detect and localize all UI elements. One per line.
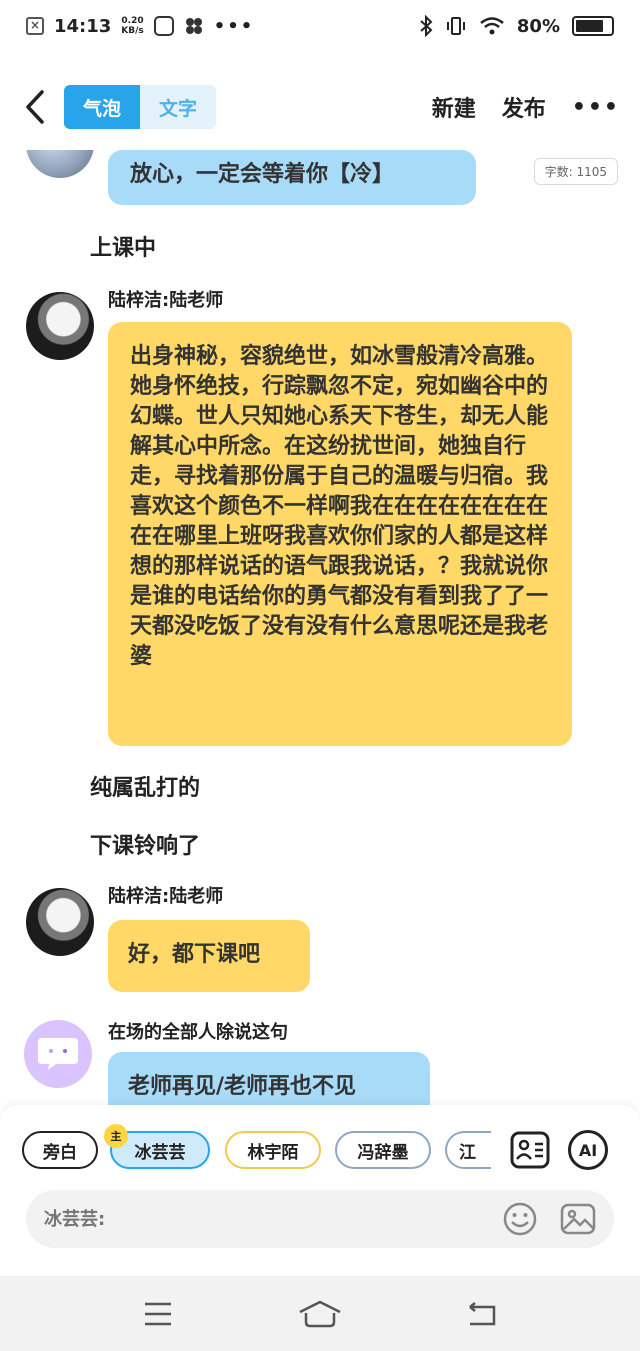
speaker-name: 在场的全部人除说这句 <box>108 1022 288 1043</box>
character-chip[interactable]: 江 <box>445 1131 491 1169</box>
message-bubble[interactable]: 放心，一定会等着你【冷】 <box>108 150 476 205</box>
character-chip[interactable]: 林宇陌 <box>225 1131 321 1169</box>
speaker-name: 陆梓洁:陆老师 <box>108 290 224 311</box>
image-icon[interactable] <box>560 1201 596 1237</box>
back-arrow-icon <box>26 90 44 124</box>
network-speed: 0.20 KB/s <box>121 16 143 36</box>
top-bar: 气泡 文字 新建 发布 ••• <box>0 72 640 142</box>
emoji-icon[interactable] <box>502 1201 538 1237</box>
menu-icon[interactable] <box>142 1301 174 1327</box>
system-nav-bar <box>0 1276 640 1351</box>
chat-bubble-icon <box>38 1038 78 1070</box>
vibrate-icon <box>446 17 465 35</box>
more-notifications-icon: ••• <box>213 15 255 37</box>
tab-text[interactable]: 文字 <box>140 85 216 129</box>
message-bubble[interactable]: 出身神秘，容貌绝世，如冰雪般清冷高雅。她身怀绝技，行踪飘忽不定，宛如幽谷中的幻蝶… <box>108 322 572 746</box>
speaker-name: 陆梓洁:陆老师 <box>108 886 224 907</box>
message-input-bar <box>26 1190 614 1248</box>
host-badge: 主 <box>104 1124 128 1148</box>
avatar[interactable] <box>26 150 94 178</box>
publish-button[interactable]: 发布 <box>502 91 546 123</box>
status-bar: × 14:13 0.20 KB/s ••• 80% <box>0 0 640 52</box>
narration-text[interactable]: 纯属乱打的 <box>90 770 200 802</box>
avatar[interactable] <box>26 292 94 360</box>
battery-icon <box>572 16 614 36</box>
wifi-icon <box>480 17 504 35</box>
status-time: 14:13 <box>54 15 112 37</box>
character-card-icon[interactable] <box>510 1130 550 1170</box>
battery-percent: 80% <box>516 15 560 37</box>
message-bubble[interactable]: 好，都下课吧 <box>108 920 310 992</box>
character-chip-narrator[interactable]: 旁白 <box>22 1131 98 1169</box>
narration-text[interactable]: 下课铃响了 <box>90 828 200 860</box>
avatar[interactable] <box>26 888 94 956</box>
more-icon[interactable]: ••• <box>572 95 620 120</box>
message-input[interactable] <box>44 1208 480 1230</box>
network-speed-value: 0.20 <box>121 16 144 26</box>
fan-icon <box>185 18 202 34</box>
message-bubble[interactable]: 老师再见/老师再也不见 <box>108 1052 430 1105</box>
notification-close-icon: × <box>26 17 44 35</box>
character-chip[interactable]: 冯辞墨 <box>335 1131 431 1169</box>
back-button[interactable] <box>20 87 50 127</box>
media-icon <box>153 16 174 36</box>
chat-area[interactable]: 放心，一定会等着你【冷】 字数: 1105 上课中 陆梓洁:陆老师 出身神秘，容… <box>0 150 640 1105</box>
new-button[interactable]: 新建 <box>432 91 476 123</box>
narration-text[interactable]: 上课中 <box>90 230 156 262</box>
mode-switch: 气泡 文字 <box>64 85 216 129</box>
tab-bubble[interactable]: 气泡 <box>64 85 140 129</box>
word-count-badge: 字数: 1105 <box>533 158 618 185</box>
bluetooth-icon <box>420 15 433 37</box>
network-speed-unit: KB/s <box>121 26 144 36</box>
avatar[interactable] <box>24 1020 92 1088</box>
back-nav-icon[interactable] <box>466 1301 498 1327</box>
ai-button[interactable]: AI <box>568 1130 608 1170</box>
home-icon[interactable] <box>297 1300 343 1328</box>
